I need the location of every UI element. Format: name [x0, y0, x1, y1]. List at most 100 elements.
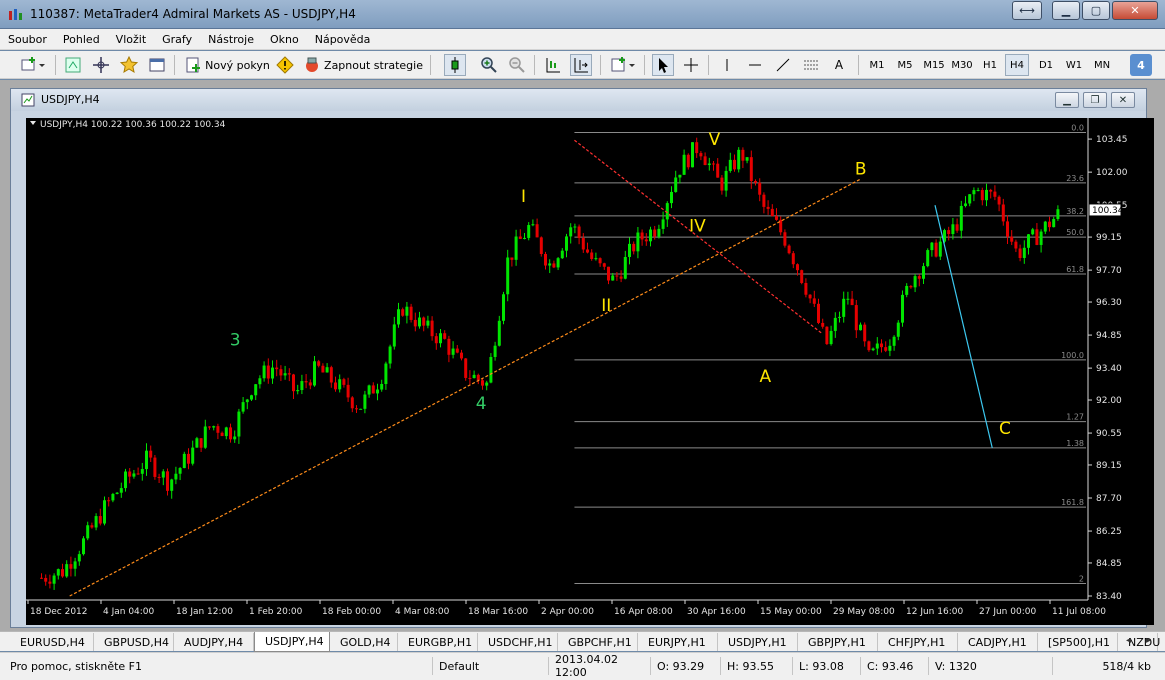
timeframe-m1[interactable]: M1	[865, 54, 889, 76]
candle-body	[896, 322, 900, 337]
price-chart[interactable]: 103.45102.00100.5599.1597.7096.3094.8593…	[26, 118, 1154, 625]
timeframe-mn[interactable]: MN	[1090, 54, 1114, 76]
status-close: C: 93.46	[860, 657, 928, 675]
candle-body	[766, 206, 770, 209]
status-profile[interactable]: Default	[432, 657, 548, 675]
tab-scroll-right-icon[interactable]: ▸	[1146, 635, 1151, 646]
candle-body	[670, 191, 673, 204]
candle-body	[464, 358, 468, 378]
zoom-in-button[interactable]	[478, 54, 500, 76]
notification-badge[interactable]: 4	[1130, 54, 1152, 76]
new-order-button[interactable]: Nový pokyn	[182, 54, 272, 76]
time-tick-label: 12 Jun 16:00	[906, 607, 963, 617]
chart-tab[interactable]: NZDU	[1118, 633, 1160, 651]
menu-window[interactable]: Okno	[262, 33, 307, 46]
chart-tab[interactable]: GBPUSD,H4	[94, 633, 174, 651]
terminal-button[interactable]	[146, 54, 168, 76]
menu-view[interactable]: Pohled	[55, 33, 108, 46]
chart-tabs: EURUSD,H4 GBPUSD,H4 AUDJPY,H4 USDJPY,H4 GOLD…	[0, 631, 1165, 652]
candle-body	[804, 282, 808, 295]
candle-body	[124, 471, 127, 489]
menu-insert[interactable]: Vložit	[108, 33, 154, 46]
candle-body	[1048, 221, 1051, 228]
tab-scroll-left-icon[interactable]: ◂	[1126, 635, 1131, 646]
candle-body	[451, 348, 455, 355]
candle-body	[770, 208, 774, 217]
chart-restore-button[interactable]: ❐	[1083, 92, 1107, 108]
zoom-out-button[interactable]	[506, 54, 528, 76]
text-tool-button[interactable]: A	[828, 54, 850, 76]
trendline-icon	[776, 58, 790, 72]
candle-body	[439, 333, 442, 344]
status-traffic: 518/4 kb	[1052, 657, 1157, 675]
candle-body	[422, 317, 426, 326]
menu-file[interactable]: Soubor	[0, 33, 55, 46]
new-chart-button[interactable]	[18, 54, 48, 76]
chart-tab[interactable]: GBPJPY,H1	[798, 633, 878, 651]
favorites-button[interactable]	[118, 54, 140, 76]
timeframe-m15[interactable]: M15	[921, 54, 947, 76]
maximize-button[interactable]: ▢	[1082, 1, 1110, 20]
chart-tab[interactable]: GOLD,H4	[330, 633, 398, 651]
candle-body	[455, 348, 459, 353]
chart-tab[interactable]: GBPCHF,H1	[558, 633, 638, 651]
menu-charts[interactable]: Grafy	[154, 33, 200, 46]
restore-size-button[interactable]: ⟷	[1012, 1, 1042, 20]
candle-body	[510, 257, 514, 260]
close-button[interactable]: ✕	[1112, 1, 1158, 20]
chart-tab[interactable]: CHFJPY,H1	[878, 633, 958, 651]
timeframe-w1[interactable]: W1	[1062, 54, 1086, 76]
wave-label: V	[709, 130, 721, 150]
chart-tab[interactable]: EURUSD,H4	[10, 633, 94, 651]
chart-tab[interactable]: EURGBP,H1	[398, 633, 478, 651]
navigator-button[interactable]	[90, 54, 112, 76]
chart-tab[interactable]: USDJPY,H4	[254, 632, 330, 652]
profiles-button[interactable]	[62, 54, 84, 76]
time-tick-label: 2 Apr 00:00	[541, 607, 594, 617]
crosshair-tool-button[interactable]	[680, 54, 702, 76]
autoscroll-button[interactable]	[542, 54, 564, 76]
toolbar: Nový pokyn Zapnout strategie A M1 M5 M15…	[0, 51, 1165, 79]
trendline-tool-button[interactable]	[772, 54, 794, 76]
candles-view-button[interactable]	[444, 54, 466, 76]
enable-strategies-button[interactable]: Zapnout strategie	[302, 54, 424, 76]
chart-tab[interactable]: EURJPY,H1	[638, 633, 718, 651]
title-bar: 110387: MetaTrader4 Admiral Markets AS -…	[0, 0, 1165, 29]
indicators-button[interactable]	[608, 54, 638, 76]
chart-tab[interactable]: USDJPY,H1	[718, 633, 798, 651]
chart-tab[interactable]: AUDJPY,H4	[174, 633, 254, 651]
fib-level-label: 1.27	[1066, 413, 1084, 422]
chart-area[interactable]: 103.45102.00100.5599.1597.7096.3094.8593…	[26, 118, 1154, 625]
chart-close-button[interactable]: ✕	[1111, 92, 1135, 108]
chart-tab[interactable]: CADJPY,H1	[958, 633, 1038, 651]
chart-tab[interactable]: [SP500],H1	[1038, 633, 1118, 651]
channel-tool-button[interactable]	[800, 54, 822, 76]
minimize-button[interactable]: ▁	[1052, 1, 1080, 20]
horizontal-line-tool-button[interactable]	[744, 54, 766, 76]
timeframe-m5[interactable]: M5	[893, 54, 917, 76]
window-icon	[149, 58, 165, 72]
window-title: 110387: MetaTrader4 Admiral Markets AS -…	[30, 7, 356, 21]
menu-help[interactable]: Nápověda	[307, 33, 379, 46]
vertical-line-tool-button[interactable]	[716, 54, 738, 76]
timeframe-d1[interactable]: D1	[1034, 54, 1058, 76]
timeframe-h4[interactable]: H4	[1005, 54, 1029, 76]
alert-button[interactable]	[274, 54, 296, 76]
chart-minimize-button[interactable]: ▁	[1055, 92, 1079, 108]
cursor-tool-button[interactable]	[652, 54, 674, 76]
warning-icon	[276, 56, 294, 74]
chart-tab[interactable]: USDCHF,H1	[478, 633, 558, 651]
candle-body	[535, 224, 539, 238]
timeframe-m30[interactable]: M30	[949, 54, 975, 76]
chart-shift-button[interactable]	[570, 54, 592, 76]
wave-label: A	[760, 367, 772, 387]
menu-tools[interactable]: Nástroje	[200, 33, 262, 46]
candle-body	[993, 191, 997, 197]
candle-body	[481, 380, 484, 386]
price-tick-label: 87.70	[1096, 494, 1122, 504]
fib-level-label: 50.0	[1066, 228, 1084, 237]
timeframe-h1[interactable]: H1	[978, 54, 1002, 76]
candle-body	[863, 324, 867, 342]
candle-body	[934, 242, 938, 257]
candle-body	[762, 194, 766, 207]
